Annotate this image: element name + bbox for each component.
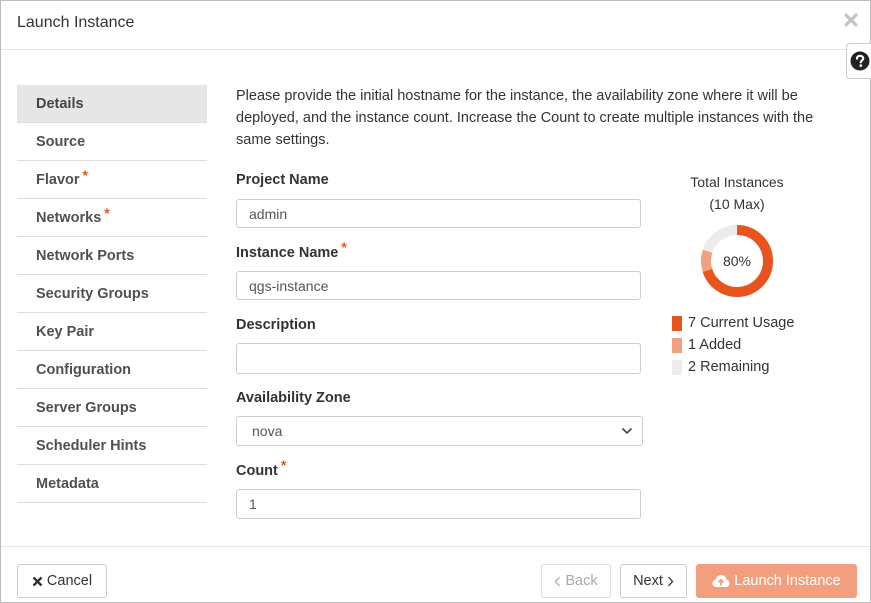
legend-swatch: [672, 359, 682, 375]
sidebar-item-label: Network Ports: [36, 247, 135, 264]
sidebar-item-network-ports[interactable]: Network Ports: [17, 237, 207, 275]
cancel-label: Cancel: [46, 573, 93, 589]
total-instances-title-line1: Total Instances: [690, 174, 784, 190]
count-input[interactable]: [236, 489, 641, 519]
back-label: Back: [565, 573, 598, 589]
close-icon: [32, 576, 43, 586]
description-label: Description: [236, 317, 316, 333]
instances-donut-chart: 80%: [701, 225, 773, 297]
cancel-button[interactable]: Cancel: [17, 564, 107, 598]
total-instances-title-line2: (10 Max): [709, 196, 765, 212]
sidebar-item-key-pair[interactable]: Key Pair: [17, 313, 207, 351]
sidebar-item-label: Scheduler Hints: [36, 437, 147, 454]
wizard-step-nav: Details Source Flavor * Networks * Network Por…: [17, 85, 207, 503]
availability-zone-value: nova: [252, 423, 283, 439]
project-name-input[interactable]: [236, 199, 641, 228]
launch-instance-button[interactable]: Launch Instance: [696, 564, 857, 598]
instance-name-label-text: Instance Name: [236, 245, 339, 261]
count-label-text: Count: [236, 463, 278, 479]
sidebar-item-label: Source: [36, 133, 86, 150]
sidebar-item-details[interactable]: Details: [17, 85, 207, 123]
instance-name-label: Instance Name *: [236, 239, 347, 261]
sidebar-item-security-groups[interactable]: Security Groups: [17, 275, 207, 313]
required-indicator: *: [82, 166, 88, 183]
sidebar-item-metadata[interactable]: Metadata: [17, 465, 207, 503]
sidebar-item-source[interactable]: Source: [17, 123, 207, 161]
sidebar-item-label: Security Groups: [36, 285, 149, 302]
total-instances-title: Total Instances (10 Max): [661, 171, 813, 215]
chevron-right-icon: [667, 576, 674, 586]
launch-instance-label: Launch Instance: [734, 573, 841, 589]
cloud-upload-icon: [712, 575, 730, 587]
legend-swatch: [672, 315, 682, 331]
chevron-left-icon: [555, 576, 561, 586]
sidebar-item-label: Server Groups: [36, 399, 137, 416]
instances-legend: 7 Current Usage 1 Added 2 Remaining: [672, 312, 794, 378]
description-input[interactable]: [236, 343, 641, 374]
legend-label: 7 Current Usage: [688, 315, 795, 331]
sidebar-item-label: Flavor: [36, 171, 80, 188]
details-intro: Please provide the initial hostname for …: [236, 88, 814, 148]
help-button[interactable]: [846, 43, 871, 79]
donut-center-label: 80%: [723, 253, 751, 269]
launch-instance-modal: Launch Instance Details Source Flavor * Netw…: [0, 0, 871, 603]
legend-item: 1 Added: [672, 334, 794, 356]
required-indicator: *: [341, 239, 347, 255]
legend-item: 7 Current Usage: [672, 312, 794, 334]
legend-item: 2 Remaining: [672, 356, 794, 378]
sidebar-item-label: Configuration: [36, 361, 132, 378]
sidebar-item-label: Key Pair: [36, 323, 95, 340]
required-indicator: *: [104, 204, 110, 221]
project-name-label: Project Name: [236, 172, 329, 188]
next-label: Next: [633, 573, 663, 589]
sidebar-item-label: Networks: [36, 209, 102, 226]
legend-swatch: [672, 337, 682, 353]
question-circle-icon: [850, 51, 870, 71]
sidebar-item-label: Details: [36, 95, 84, 112]
required-indicator: *: [280, 457, 287, 473]
count-label: Count *: [236, 457, 286, 479]
sidebar-item-networks[interactable]: Networks *: [17, 199, 207, 237]
modal-header: Launch Instance: [1, 1, 870, 50]
legend-label: 2 Remaining: [688, 359, 770, 375]
availability-zone-select[interactable]: nova: [236, 416, 643, 446]
modal-footer: Cancel Back Next Launch Instance: [1, 546, 870, 603]
modal-title: Launch Instance: [17, 14, 135, 31]
availability-zone-label: Availability Zone: [236, 390, 351, 406]
sidebar-item-server-groups[interactable]: Server Groups: [17, 389, 207, 427]
close-icon: [844, 13, 858, 27]
sidebar-item-configuration[interactable]: Configuration: [17, 351, 207, 389]
sidebar-item-flavor[interactable]: Flavor *: [17, 161, 207, 199]
close-button[interactable]: [842, 9, 860, 31]
sidebar-item-label: Metadata: [36, 475, 99, 492]
instance-name-input[interactable]: [236, 271, 641, 300]
chevron-down-icon: [621, 427, 633, 435]
sidebar-item-scheduler-hints[interactable]: Scheduler Hints: [17, 427, 207, 465]
next-button[interactable]: Next: [620, 564, 687, 598]
back-button[interactable]: Back: [541, 564, 611, 598]
legend-label: 1 Added: [688, 337, 742, 353]
